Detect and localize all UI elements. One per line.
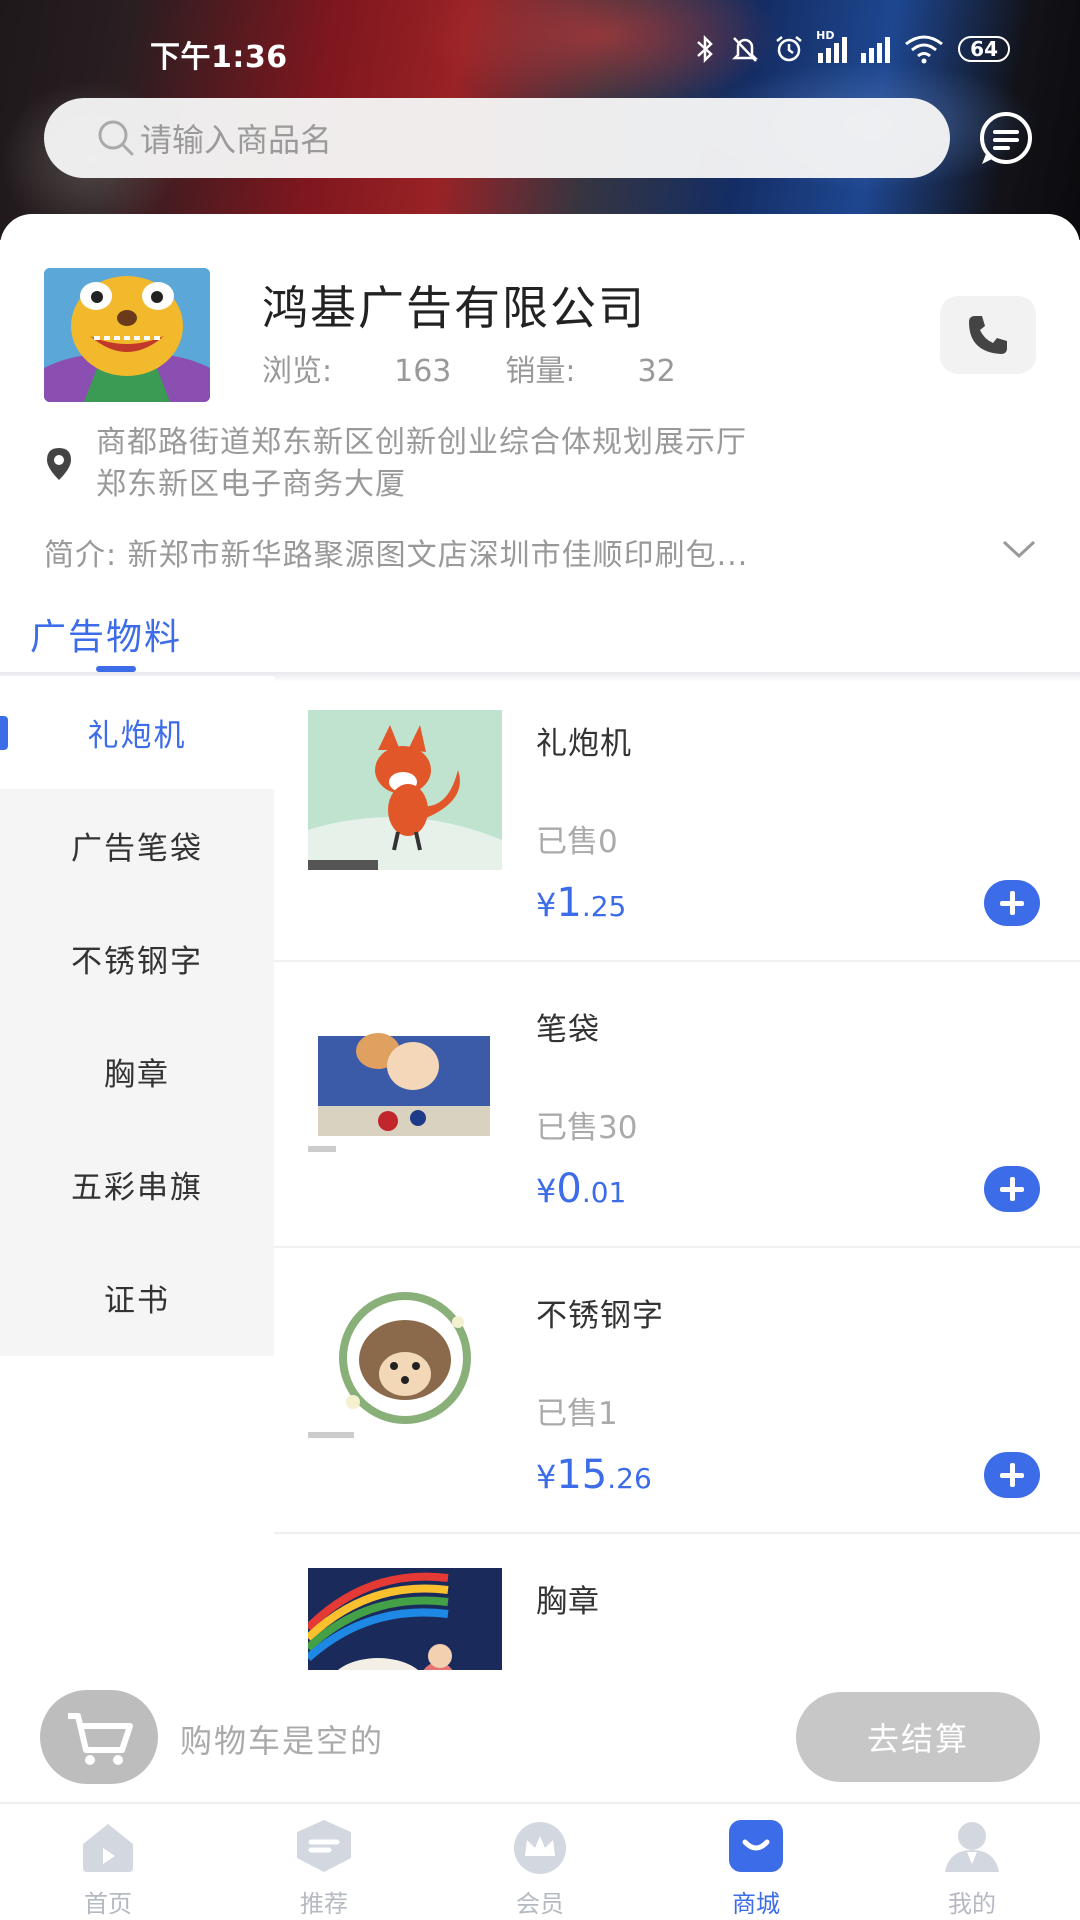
tab-label: 首页 bbox=[84, 1890, 132, 1918]
views-count: 163 bbox=[394, 354, 452, 389]
product-image-rainbow bbox=[308, 1568, 502, 1670]
price-integer: 1 bbox=[556, 880, 582, 926]
sidebar-item-badge[interactable]: 胸章 bbox=[0, 1015, 274, 1128]
tab-label: 我的 bbox=[948, 1890, 996, 1918]
price-currency: ¥ bbox=[536, 886, 557, 924]
phone-icon bbox=[969, 316, 1007, 354]
sidebar-item-ad-pen-bag[interactable]: 广告笔袋 bbox=[0, 789, 274, 902]
hd-signal-icon: HD bbox=[816, 29, 848, 63]
shop-stats: 浏览: 163 销量: 32 bbox=[262, 346, 730, 390]
product-item[interactable]: 胸章 bbox=[274, 1534, 1080, 1670]
product-name: 笔袋 bbox=[536, 1012, 600, 1048]
product-price: ¥15.26 bbox=[536, 1452, 652, 1498]
price-decimal: .01 bbox=[581, 1176, 627, 1209]
add-to-cart-button[interactable] bbox=[984, 880, 1040, 926]
product-item[interactable]: 不锈钢字 已售1 ¥15.26 bbox=[274, 1248, 1080, 1534]
add-to-cart-button[interactable] bbox=[984, 1166, 1040, 1212]
product-sold-count: 已售0 bbox=[536, 824, 618, 860]
shop-address: 商都路街道郑东新区创新创业综合体规划展示厅 郑东新区电子商务大厦 bbox=[44, 422, 944, 506]
tab-label: 会员 bbox=[516, 1890, 564, 1918]
product-list: 礼炮机 已售0 ¥1.25 笔袋 已售30 ¥0.01 不锈钢字 已售1 ¥15… bbox=[274, 676, 1080, 1670]
search-bar[interactable]: 请输入商品名 bbox=[44, 98, 950, 178]
price-integer: 15 bbox=[556, 1452, 608, 1498]
tab-advertising-materials[interactable]: 广告物料 bbox=[30, 608, 182, 660]
shop-bag-icon bbox=[729, 1820, 783, 1872]
profile-icon bbox=[945, 1822, 999, 1872]
location-pin-icon bbox=[47, 448, 71, 480]
add-to-cart-button[interactable] bbox=[984, 1452, 1040, 1498]
home-icon bbox=[83, 1824, 133, 1872]
shop-name: 鸿基广告有限公司 bbox=[262, 281, 646, 335]
search-icon bbox=[98, 120, 134, 156]
shopping-cart-icon bbox=[68, 1713, 133, 1765]
price-decimal: .25 bbox=[581, 890, 627, 923]
product-item[interactable]: 笔袋 已售30 ¥0.01 bbox=[274, 962, 1080, 1248]
views-label: 浏览: bbox=[262, 354, 333, 389]
product-item[interactable]: 礼炮机 已售0 ¥1.25 bbox=[274, 676, 1080, 962]
sidebar-item-steel-letters[interactable]: 不锈钢字 bbox=[0, 902, 274, 1015]
sidebar-item-salute-machine[interactable]: 礼炮机 bbox=[0, 676, 274, 789]
product-image-cat bbox=[308, 996, 502, 1156]
tab-recommend[interactable]: 推荐 bbox=[216, 1804, 432, 1920]
product-name: 不锈钢字 bbox=[536, 1298, 664, 1334]
sales-label: 销量: bbox=[505, 354, 576, 389]
product-sold-count: 已售30 bbox=[536, 1110, 638, 1146]
product-image-fox bbox=[308, 710, 502, 870]
tab-shop[interactable]: 商城 bbox=[648, 1804, 864, 1920]
mute-bell-icon bbox=[732, 37, 759, 62]
price-decimal: .26 bbox=[607, 1462, 652, 1495]
tab-member[interactable]: 会员 bbox=[432, 1804, 648, 1920]
address-line-2: 郑东新区电子商务大厦 bbox=[96, 467, 406, 502]
status-time: 下午1:36 bbox=[150, 40, 288, 75]
price-currency: ¥ bbox=[536, 1172, 557, 1210]
address-line-1: 商都路街道郑东新区创新创业综合体规划展示厅 bbox=[96, 425, 747, 460]
battery-indicator: 64 bbox=[958, 36, 1010, 62]
cart-bar: 购物车是空的 去结算 bbox=[0, 1670, 1080, 1802]
checkout-button[interactable]: 去结算 bbox=[796, 1692, 1040, 1782]
signal-icon bbox=[861, 35, 891, 63]
bottom-tab-bar: 首页 推荐 会员 商城 我的 bbox=[0, 1802, 1080, 1920]
hd-label: HD bbox=[816, 29, 835, 42]
tab-profile[interactable]: 我的 bbox=[864, 1804, 1080, 1920]
tab-label: 推荐 bbox=[300, 1890, 348, 1918]
cart-button[interactable] bbox=[40, 1690, 158, 1784]
tab-home[interactable]: 首页 bbox=[0, 1804, 216, 1920]
price-currency: ¥ bbox=[536, 1458, 557, 1496]
status-bar: 下午1:36 HD 64 bbox=[0, 0, 1080, 100]
call-button[interactable] bbox=[940, 296, 1036, 374]
product-image-hedgehog bbox=[308, 1282, 502, 1442]
shop-intro: 简介: 新郑市新华路聚源图文店深圳市佳顺印刷包... bbox=[44, 538, 749, 573]
product-price: ¥0.01 bbox=[536, 1166, 626, 1212]
product-name: 礼炮机 bbox=[536, 726, 632, 762]
category-sidebar: 礼炮机 广告笔袋 不锈钢字 胸章 五彩串旗 证书 bbox=[0, 676, 274, 1670]
recommend-icon bbox=[297, 1820, 351, 1872]
message-list-icon[interactable] bbox=[978, 110, 1034, 166]
chevron-down-icon[interactable] bbox=[1000, 534, 1038, 564]
sales-count: 32 bbox=[637, 354, 676, 389]
price-integer: 0 bbox=[556, 1166, 582, 1212]
cart-empty-text: 购物车是空的 bbox=[180, 1722, 385, 1760]
bluetooth-icon bbox=[697, 34, 713, 64]
shop-info-card: 鸿基广告有限公司 浏览: 163 销量: 32 商都路街道郑东新区创新创业综合体规划展… bbox=[0, 214, 1080, 674]
tab-label: 商城 bbox=[732, 1890, 780, 1918]
sidebar-item-flags[interactable]: 五彩串旗 bbox=[0, 1128, 274, 1241]
product-price: ¥1.25 bbox=[536, 880, 626, 926]
shop-logo bbox=[44, 268, 210, 402]
wifi-icon bbox=[905, 35, 944, 64]
alarm-icon bbox=[776, 36, 802, 62]
crown-icon bbox=[514, 1822, 566, 1874]
sidebar-item-certificate[interactable]: 证书 bbox=[0, 1241, 274, 1354]
search-placeholder: 请输入商品名 bbox=[140, 121, 333, 159]
product-name: 胸章 bbox=[536, 1584, 600, 1620]
product-sold-count: 已售1 bbox=[536, 1396, 618, 1432]
